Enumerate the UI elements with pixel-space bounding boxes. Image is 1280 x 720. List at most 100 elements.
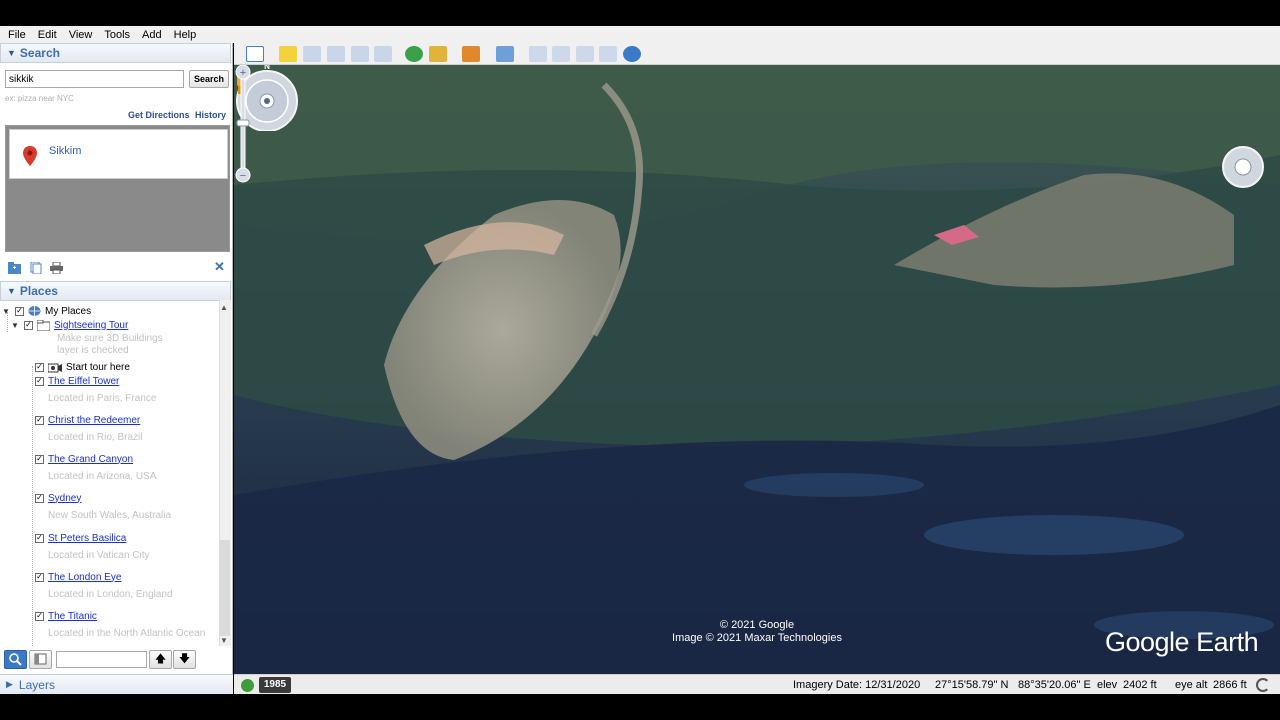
place-link[interactable]: The Grand Canyon <box>48 454 133 465</box>
places-panel-header[interactable]: ▼ Places <box>0 281 231 301</box>
checkbox[interactable]: ✓ <box>35 493 44 503</box>
compass-north-label: N <box>264 65 270 71</box>
scroll-up-icon[interactable]: ▲ <box>220 303 228 312</box>
checkbox[interactable]: ✓ <box>35 415 44 425</box>
menu-edit[interactable]: Edit <box>38 29 57 41</box>
checkbox[interactable]: ✓ <box>35 611 44 621</box>
scrollbar-thumb[interactable] <box>220 540 230 636</box>
search-hint: ex: pizza near NYC <box>5 94 74 103</box>
menu-add[interactable]: Add <box>142 29 162 41</box>
panel-mode-button[interactable] <box>29 650 52 669</box>
tour-camera-icon <box>48 363 62 372</box>
search-result-label[interactable]: Sikkim <box>49 145 81 157</box>
search-header-label: Search <box>19 46 60 60</box>
path-icon[interactable] <box>327 46 345 62</box>
tree-row-place[interactable]: ✓ The London Eye <box>35 570 121 584</box>
google-earth-logo: Google Earth <box>1105 627 1259 657</box>
add-folder-icon[interactable] <box>8 262 21 274</box>
checkbox[interactable]: ✓ <box>15 306 24 316</box>
earth-gallery-icon[interactable] <box>623 46 641 62</box>
move-up-button[interactable]: 🡅 <box>149 650 172 669</box>
copy-icon[interactable] <box>29 262 42 274</box>
place-link[interactable]: St Peters Basilica <box>48 533 126 544</box>
latitude: 27°15'58.79" N <box>935 679 1009 691</box>
sidebar-toggle-icon <box>34 653 47 665</box>
print-icon[interactable] <box>552 46 570 62</box>
search-mode-button[interactable] <box>4 650 27 669</box>
tree-row-place[interactable]: ✓ Sydney <box>35 491 81 505</box>
search-input[interactable] <box>5 70 184 88</box>
place-location: Located in Paris, France <box>48 393 157 404</box>
elevation-value: 2402 ft <box>1123 679 1157 691</box>
history-year-badge[interactable]: 1985 <box>259 677 291 693</box>
checkbox[interactable]: ✓ <box>35 454 44 464</box>
my-places-label: My Places <box>45 305 92 317</box>
scroll-down-icon[interactable]: ▼ <box>220 636 228 645</box>
ruler-icon[interactable] <box>496 46 514 62</box>
map-pin-icon <box>23 146 37 166</box>
get-directions-link[interactable]: Get Directions <box>128 110 190 120</box>
history-link[interactable]: History <box>195 110 226 120</box>
tree-row-place[interactable]: ✓ The Titanic <box>35 609 97 623</box>
tour-note: Make sure 3D Buildings <box>57 333 163 344</box>
sunlight-icon[interactable] <box>429 46 447 62</box>
zoom-slider[interactable]: + − <box>234 65 252 185</box>
expand-icon[interactable]: ▼ <box>11 321 20 330</box>
place-link[interactable]: The London Eye <box>48 572 121 583</box>
place-link[interactable]: Christ the Redeemer <box>48 415 140 426</box>
search-button[interactable]: Search <box>189 70 229 88</box>
places-filter-input[interactable] <box>56 651 147 668</box>
tree-row-place[interactable]: ✓ The Grand Canyon <box>35 452 133 466</box>
svg-text:−: − <box>240 170 246 182</box>
search-result-item[interactable]: Sikkim <box>9 129 228 179</box>
planets-icon[interactable] <box>462 46 480 62</box>
place-location: Located in Vatican City <box>48 550 150 561</box>
tree-row-place[interactable]: ✓ St Peters Basilica <box>35 531 126 545</box>
historical-imagery-icon[interactable] <box>405 46 423 62</box>
close-icon[interactable]: ✕ <box>214 259 225 275</box>
placemark-icon[interactable] <box>279 46 297 62</box>
place-link[interactable]: Sydney <box>48 493 81 504</box>
menu-file[interactable]: File <box>8 29 26 41</box>
tree-row-start-tour[interactable]: ✓ Start tour here <box>35 360 130 374</box>
menu-bar: File Edit View Tools Add Help <box>0 26 1280 43</box>
menu-tools[interactable]: Tools <box>104 29 130 41</box>
tree-row-my-places[interactable]: ▼ ✓ My Places <box>2 304 91 318</box>
view-in-maps-icon[interactable] <box>599 46 617 62</box>
search-panel-header[interactable]: ▼ Search <box>0 43 231 63</box>
checkbox[interactable]: ✓ <box>35 362 44 372</box>
historical-globe-icon[interactable] <box>241 679 254 692</box>
eye-alt-value: 2866 ft <box>1213 679 1247 691</box>
checkbox[interactable]: ✓ <box>35 376 44 386</box>
sightseeing-tour-link[interactable]: Sightseeing Tour <box>54 320 128 331</box>
tree-row-place[interactable]: ✓ The Eiffel Tower <box>35 374 119 388</box>
print-icon[interactable] <box>50 262 63 274</box>
move-joystick[interactable] <box>1221 145 1265 189</box>
menu-view[interactable]: View <box>69 29 93 41</box>
layers-panel-header[interactable]: ▶ Layers <box>0 674 233 694</box>
checkbox[interactable]: ✓ <box>24 320 33 330</box>
menu-help[interactable]: Help <box>174 29 197 41</box>
image-overlay-icon[interactable] <box>351 46 369 62</box>
map-view[interactable]: © 2021 Google Image © 2021 Maxar Technol… <box>234 65 1280 674</box>
place-location: Located in Rio, Brazil <box>48 432 143 443</box>
move-down-button[interactable]: 🡇 <box>173 650 196 669</box>
satellite-imagery[interactable] <box>234 65 1280 674</box>
sidebar: ▼ Search Search ex: pizza near NYC Get D… <box>0 43 233 694</box>
longitude: 88°35'20.06" E <box>1018 679 1091 691</box>
tree-row-place[interactable]: ✓ Christ the Redeemer <box>35 413 140 427</box>
email-icon[interactable] <box>529 46 547 62</box>
google-earth-window: File Edit View Tools Add Help ▼ Search S… <box>0 0 1280 720</box>
place-link[interactable]: The Titanic <box>48 611 97 622</box>
arrow-up-icon: 🡅 <box>154 653 167 665</box>
tree-row-sightseeing-tour[interactable]: ▼ ✓ Sightseeing Tour <box>11 318 128 332</box>
checkbox[interactable]: ✓ <box>35 533 44 543</box>
save-image-icon[interactable] <box>576 46 594 62</box>
checkbox[interactable]: ✓ <box>35 572 44 582</box>
record-tour-icon[interactable] <box>374 46 392 62</box>
place-link[interactable]: The Eiffel Tower <box>48 376 119 387</box>
layers-header-label: Layers <box>18 677 55 692</box>
expand-icon[interactable]: ▼ <box>2 307 11 316</box>
sidebar-toggle-icon[interactable] <box>246 46 264 62</box>
polygon-icon[interactable] <box>303 46 321 62</box>
